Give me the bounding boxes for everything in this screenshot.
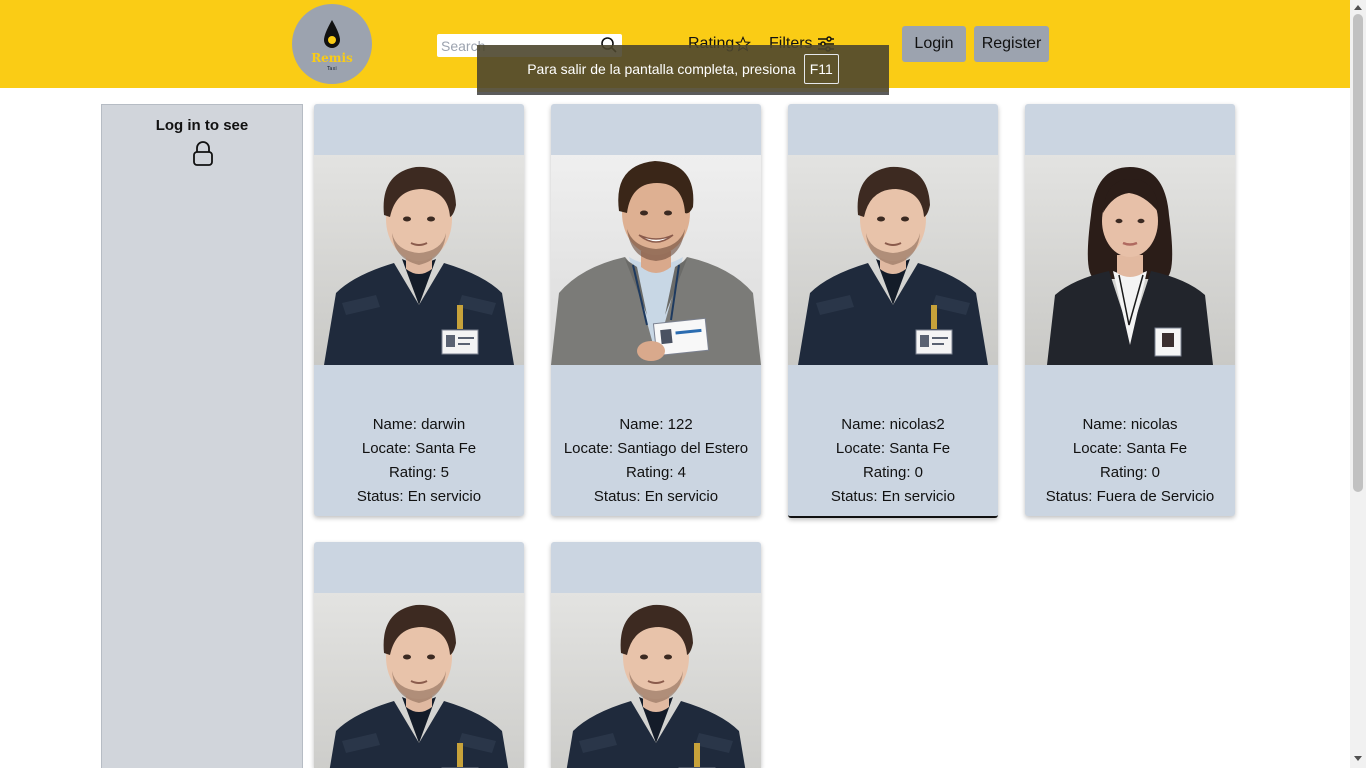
driver-name: Name: nicolas — [1082, 416, 1178, 433]
scroll-up-arrow-icon[interactable] — [1354, 4, 1362, 10]
driver-name: Name: darwin — [372, 416, 466, 433]
logo-subtext: Taxi — [327, 66, 337, 72]
driver-locate: Locate: Santiago del Estero — [563, 440, 749, 457]
driver-rating: Rating: 5 — [388, 464, 450, 481]
driver-rating: Rating: 4 — [625, 464, 687, 481]
fullscreen-notice: Para salir de la pantalla completa, pres… — [477, 45, 889, 95]
scroll-down-arrow-icon[interactable] — [1354, 756, 1362, 762]
driver-info: Name: 122 Locate: Santiago del Estero Ra… — [551, 413, 761, 509]
driver-status: Status: En servicio — [593, 488, 719, 505]
driver-status: Status: Fuera de Servicio — [1045, 488, 1215, 505]
fullscreen-notice-text: Para salir de la pantalla completa, pres… — [527, 60, 796, 77]
driver-card[interactable] — [314, 542, 524, 768]
driver-name: Name: 122 — [619, 416, 693, 433]
driver-locate: Locate: Santa Fe — [1072, 440, 1188, 457]
driver-photo — [551, 593, 761, 768]
driver-locate: Locate: Santa Fe — [361, 440, 477, 457]
driver-photo — [551, 155, 761, 365]
driver-status: Status: En servicio — [830, 488, 956, 505]
scrollbar-thumb[interactable] — [1353, 14, 1363, 492]
sidebar: Log in to see — [101, 104, 303, 768]
driver-photo — [314, 593, 524, 768]
driver-card[interactable]: Name: nicolas Locate: Santa Fe Rating: 0… — [1025, 104, 1235, 516]
register-button[interactable]: Register — [974, 26, 1049, 62]
logo-drop-icon — [324, 20, 340, 48]
logo-text: Remis — [311, 51, 353, 65]
driver-status: Status: En servicio — [356, 488, 482, 505]
fullscreen-key-badge: F11 — [803, 53, 839, 84]
driver-locate: Locate: Santa Fe — [835, 440, 951, 457]
driver-card[interactable]: Name: nicolas2 Locate: Santa Fe Rating: … — [788, 104, 998, 518]
lock-icon — [193, 141, 213, 166]
page-scrollbar[interactable] — [1350, 0, 1366, 768]
logo[interactable]: Remis Taxi — [292, 4, 372, 84]
driver-rating: Rating: 0 — [1099, 464, 1161, 481]
driver-photo — [1025, 155, 1235, 365]
driver-info: Name: nicolas Locate: Santa Fe Rating: 0… — [1025, 413, 1235, 509]
sidebar-title: Log in to see — [155, 117, 249, 134]
driver-photo — [314, 155, 524, 365]
driver-card[interactable]: Name: darwin Locate: Santa Fe Rating: 5 … — [314, 104, 524, 516]
driver-card[interactable] — [551, 542, 761, 768]
driver-info: Name: darwin Locate: Santa Fe Rating: 5 … — [314, 413, 524, 509]
driver-rating: Rating: 0 — [862, 464, 924, 481]
driver-card[interactable]: Name: 122 Locate: Santiago del Estero Ra… — [551, 104, 761, 516]
driver-info: Name: nicolas2 Locate: Santa Fe Rating: … — [788, 413, 998, 509]
driver-name: Name: nicolas2 — [841, 416, 945, 433]
driver-photo — [788, 155, 998, 365]
login-button[interactable]: Login — [902, 26, 966, 62]
